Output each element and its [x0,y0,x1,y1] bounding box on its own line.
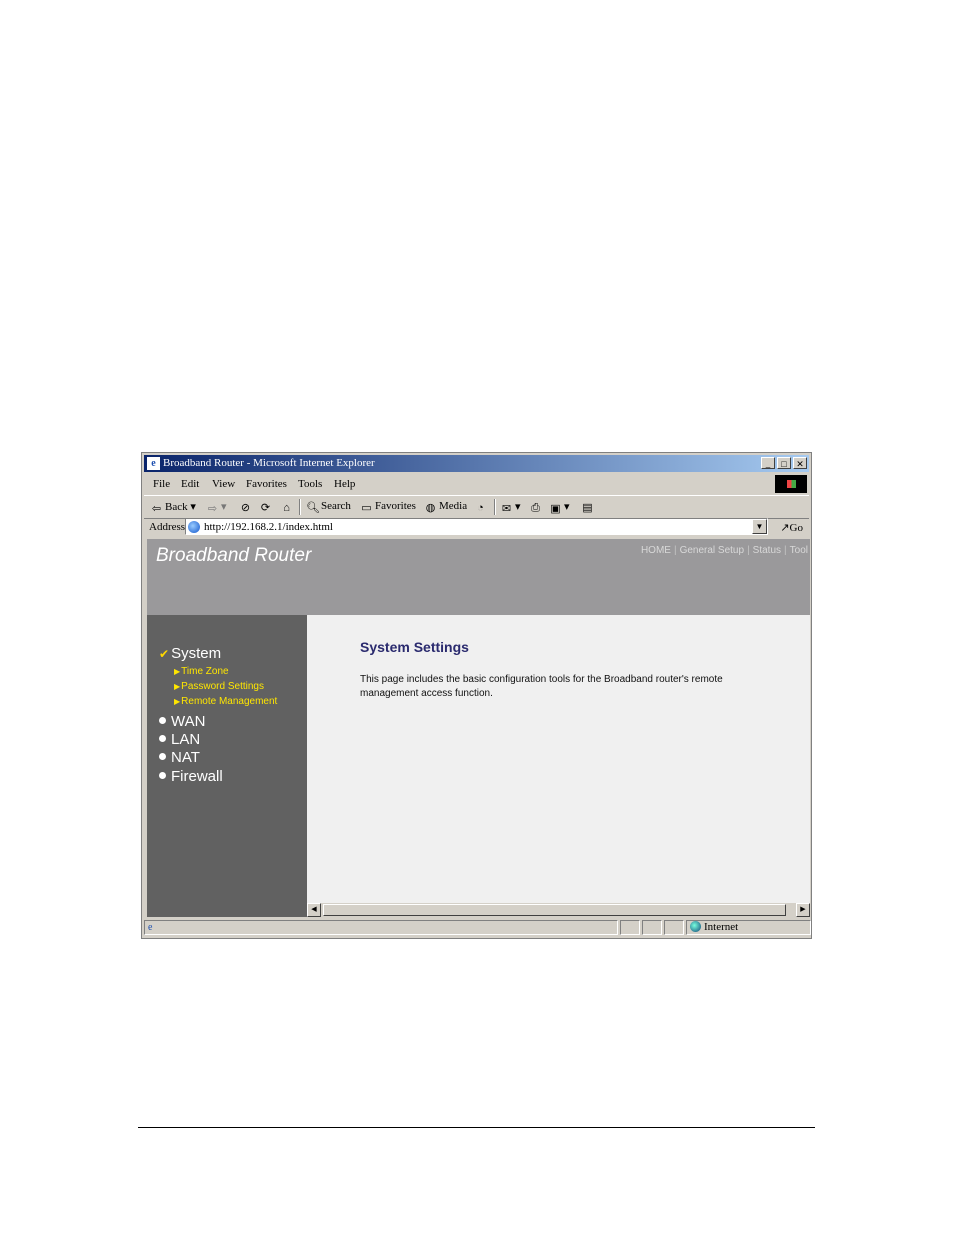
arrow-right-icon: ▶ [174,697,181,706]
forward-dropdown-icon[interactable]: ▾ [221,501,227,513]
home-button[interactable]: ⌂ [280,500,295,515]
sidebar-item-nat[interactable]: NAT [159,749,200,766]
home-icon: ⌂ [283,502,290,514]
search-button[interactable]: 🔍︎Search [306,500,351,515]
edit-button[interactable]: ▣ ▾ [549,500,569,516]
status-bar: e Internet [144,919,811,936]
print-icon: ⎙ [531,502,540,514]
address-bar: Address http://192.168.2.1/index.html ▼ … [144,517,809,537]
nav-status-link[interactable]: Status [753,545,781,556]
search-icon: 🔍︎ [306,502,320,514]
ie-page-icon [188,521,200,533]
go-button[interactable]: ↗Go [780,521,803,534]
back-button[interactable]: ⇦ Back ▾ [150,500,196,516]
page-title: System Settings [360,639,469,655]
sidebar-sub-time-zone[interactable]: ▶Time Zone [174,666,229,677]
sidebar: ✔ System ▶Time Zone ▶Password Settings ▶R… [147,615,307,917]
history-icon: ◔ [477,502,484,514]
menu-help[interactable]: Help [334,478,355,490]
scroll-right-icon[interactable]: ▶ [796,903,810,917]
sidebar-sub-remote-management[interactable]: ▶Remote Management [174,696,277,707]
security-zone: Internet [686,920,811,935]
windows-logo-icon [775,475,807,493]
scroll-thumb[interactable] [323,904,786,916]
edit-icon: ▣ [550,503,561,515]
stop-icon: ⊘ [240,502,251,514]
sidebar-item-system[interactable]: ✔ System [159,645,221,662]
go-arrow-icon: ↗ [780,522,790,534]
arrow-right-icon: ▶ [174,682,181,691]
back-arrow-icon: ⇦ [151,503,162,515]
bullet-icon [159,717,166,724]
refresh-icon: ⟳ [260,502,271,514]
refresh-button[interactable]: ⟳ [259,500,274,515]
page-content: Broadband Router HOME | General Setup | Stat… [147,539,810,917]
forward-button[interactable]: ⇨ ▾ [206,500,227,516]
bullet-icon [159,735,166,742]
brand-title: Broadband Router [156,545,312,566]
ie-app-icon: e [147,457,160,470]
media-icon: ◍ [425,502,436,514]
close-button[interactable]: ✕ [793,457,807,469]
menu-edit[interactable]: Edit [181,478,199,490]
nav-home-link[interactable]: HOME [641,545,671,556]
address-label: Address [149,521,186,533]
title-bar[interactable]: e Broadband Router - Microsoft Internet … [144,455,809,472]
nav-tool-link[interactable]: Tool [790,545,808,556]
window-title: Broadband Router - Microsoft Internet Ex… [163,457,375,469]
favorites-button[interactable]: ▭ Favorites [360,500,416,515]
print-button[interactable]: ⎙ [529,500,544,515]
menu-favorites[interactable]: Favorites [246,478,287,490]
minimize-button[interactable]: _ [761,457,775,469]
favorites-folder-icon: ▭ [361,502,372,514]
arrow-right-icon: ▶ [174,667,181,676]
top-navigation: HOME | General Setup | Status | Tool [640,545,808,556]
address-input[interactable]: http://192.168.2.1/index.html ▼ [185,518,768,535]
sidebar-sub-password-settings[interactable]: ▶Password Settings [174,681,264,692]
menu-view[interactable]: View [212,478,235,490]
bullet-icon [159,772,166,779]
document-footer-rule [138,1127,815,1128]
maximize-button[interactable]: □ [777,457,791,469]
sidebar-item-firewall[interactable]: Firewall [159,768,223,785]
nav-general-setup-link[interactable]: General Setup [680,545,745,556]
media-button[interactable]: ◍ Media [424,500,467,515]
menu-tools[interactable]: Tools [298,478,322,490]
checkmark-icon: ✔ [159,647,170,661]
sidebar-item-wan[interactable]: WAN [159,713,205,730]
page-status-icon: e [148,922,153,933]
horizontal-scrollbar[interactable]: ◀ ▶ [307,903,810,917]
bullet-icon [159,753,166,760]
menu-file[interactable]: File [153,478,170,490]
scroll-left-icon[interactable]: ◀ [307,903,321,917]
internet-globe-icon [690,921,701,932]
mail-icon: ✉ [501,503,512,515]
menu-bar: File Edit View Favorites Tools Help [144,474,809,494]
mail-button[interactable]: ✉ ▾ [500,500,521,516]
address-url: http://192.168.2.1/index.html [204,521,333,533]
sidebar-item-lan[interactable]: LAN [159,731,200,748]
discuss-button[interactable]: ▤ [581,500,596,515]
browser-window: e Broadband Router - Microsoft Internet … [141,452,812,939]
address-dropdown-icon[interactable]: ▼ [752,519,767,534]
history-button[interactable]: ◔ [474,500,489,515]
back-dropdown-icon[interactable]: ▾ [190,501,196,513]
status-text-cell: e [144,920,618,935]
discuss-icon: ▤ [582,502,593,514]
router-banner: Broadband Router HOME | General Setup | Stat… [147,539,810,615]
stop-button[interactable]: ⊘ [239,500,254,515]
toolbar: ⇦ Back ▾ ⇨ ▾ ⊘ ⟳ ⌂ 🔍︎Search ▭ Favorites ◍ Me… [144,495,809,519]
page-description: This page includes the basic configurati… [360,674,723,699]
forward-arrow-icon: ⇨ [207,503,218,515]
